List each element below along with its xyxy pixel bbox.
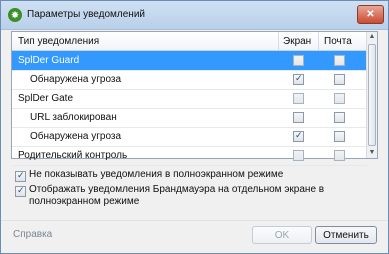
firewall-separate-screen-checkbox[interactable] bbox=[15, 185, 26, 197]
close-button[interactable]: ✕ bbox=[357, 5, 384, 24]
screen-checkbox[interactable] bbox=[293, 130, 304, 142]
option-label: Не показывать уведомления в полноэкранно… bbox=[29, 169, 284, 180]
mail-checkbox[interactable] bbox=[334, 112, 345, 123]
ok-button[interactable]: OK bbox=[252, 226, 312, 244]
row-label: Обнаружена угроза bbox=[30, 131, 122, 142]
notification-settings-dialog: ✸ Параметры уведомлений ✕ Тип уведомлени… bbox=[0, 0, 389, 254]
column-header-screen[interactable]: Экран bbox=[283, 36, 311, 47]
table-row[interactable]: SplDer Guard bbox=[12, 51, 367, 71]
row-label: URL заблокирован bbox=[30, 112, 117, 123]
title-bar: ✸ Параметры уведомлений ✕ bbox=[1, 1, 388, 30]
table-row[interactable]: Родительский контроль bbox=[12, 146, 367, 166]
scroll-up-arrow-icon[interactable]: ▲ bbox=[367, 32, 377, 42]
mail-checkbox[interactable] bbox=[334, 131, 345, 142]
mail-checkbox[interactable] bbox=[334, 74, 345, 85]
vertical-scrollbar[interactable]: ▲ ▼ bbox=[366, 32, 377, 158]
window-title: Параметры уведомлений bbox=[27, 9, 145, 20]
notifications-table: Тип уведомления Экран Почта SplDer Guard… bbox=[11, 31, 378, 166]
screen-checkbox[interactable] bbox=[293, 73, 304, 85]
table-row[interactable]: SplDer Gate bbox=[12, 89, 367, 109]
mail-checkbox[interactable] bbox=[334, 55, 345, 66]
cancel-button[interactable]: Отменить bbox=[315, 226, 377, 244]
scroll-down-arrow-icon[interactable]: ▼ bbox=[367, 148, 377, 158]
table-row[interactable]: URL заблокирован bbox=[12, 108, 367, 128]
footer-divider bbox=[1, 220, 388, 221]
table-header: Тип уведомления Экран Почта bbox=[12, 32, 367, 51]
hide-fullscreen-checkbox[interactable] bbox=[15, 170, 26, 182]
help-link[interactable]: Справка bbox=[13, 229, 52, 240]
table-row[interactable]: Обнаружена угроза bbox=[12, 70, 367, 90]
screen-checkbox[interactable] bbox=[293, 112, 304, 123]
drweb-spider-icon: ✸ bbox=[8, 8, 22, 22]
row-label: SplDer Guard bbox=[18, 55, 80, 66]
screen-checkbox[interactable] bbox=[293, 55, 304, 66]
scrollbar-thumb[interactable] bbox=[368, 44, 376, 146]
table-row[interactable]: Обнаружена угроза bbox=[12, 127, 367, 147]
screen-checkbox[interactable] bbox=[293, 93, 304, 104]
screen-checkbox[interactable] bbox=[293, 150, 304, 161]
row-label: Обнаружена угроза bbox=[30, 74, 122, 85]
row-label: SplDer Gate bbox=[18, 93, 74, 104]
column-header-mail[interactable]: Почта bbox=[324, 36, 352, 47]
row-label: Родительский контроль bbox=[18, 150, 128, 161]
option-label: Отображать уведомления Брандмауэра на от… bbox=[29, 184, 325, 207]
column-header-type[interactable]: Тип уведомления bbox=[18, 36, 99, 47]
column-separator bbox=[278, 32, 279, 50]
mail-checkbox[interactable] bbox=[334, 150, 345, 161]
mail-checkbox[interactable] bbox=[334, 93, 345, 104]
column-separator bbox=[318, 32, 319, 50]
